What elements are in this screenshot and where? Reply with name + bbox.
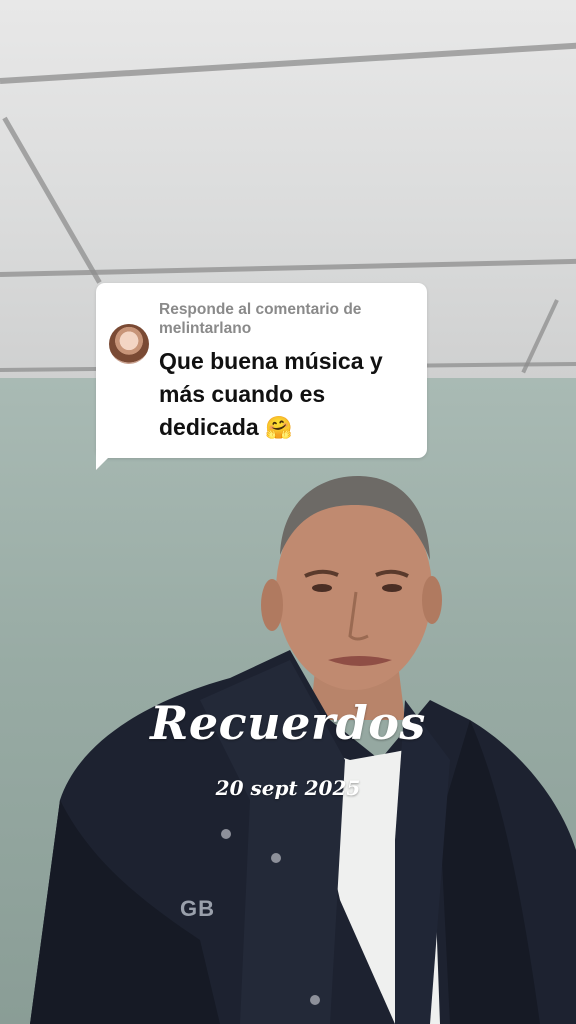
commenter-avatar[interactable]: [109, 324, 149, 364]
video-title-overlay: Recuerdos: [150, 696, 426, 750]
comment-text: Que buena música y más cuando es dedicad…: [159, 345, 419, 445]
video-date-overlay: 20 sept 2025: [215, 776, 361, 800]
reply-header: Responde al comentario de melintarlano: [159, 301, 362, 337]
bubble-tail: [96, 450, 116, 470]
person-in-video: [30, 475, 576, 1024]
hugging-face-emoji-icon: 🤗: [265, 416, 293, 441]
video-frame[interactable]: GB Responde al comentario de melintarlan…: [0, 0, 576, 1024]
comment-reply-card[interactable]: Responde al comentario de melintarlano Q…: [96, 283, 427, 458]
jacket-logo: GB: [180, 896, 215, 921]
